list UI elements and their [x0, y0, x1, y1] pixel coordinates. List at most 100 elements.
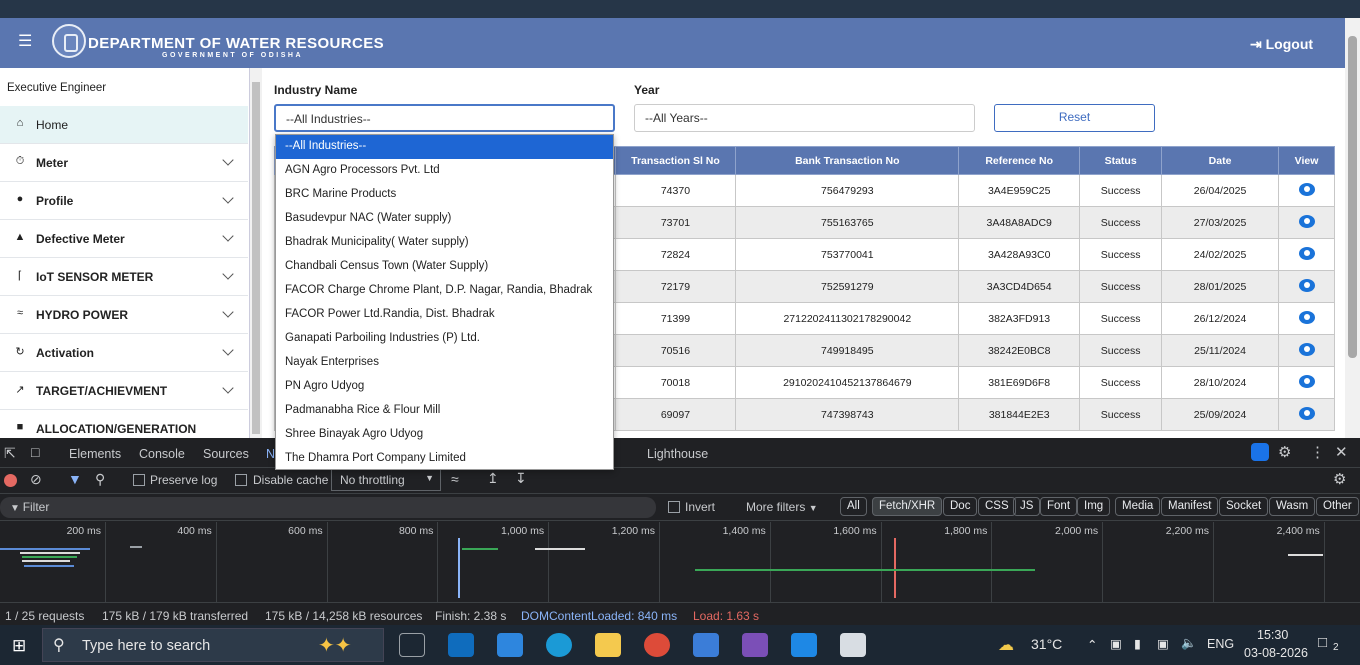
- dropdown-option[interactable]: Nayak Enterprises: [276, 351, 613, 375]
- scrollbar-thumb[interactable]: [1348, 36, 1357, 358]
- clock-date[interactable]: 03-08-2026: [1244, 646, 1308, 660]
- dropdown-option[interactable]: Basudevpur NAC (Water supply): [276, 207, 613, 231]
- sidebar-item-defective-meter[interactable]: ▲ Defective Meter: [0, 220, 248, 258]
- type-filter-chip[interactable]: Doc: [943, 497, 978, 516]
- dropdown-option[interactable]: Chandbali Census Town (Water Supply): [276, 255, 613, 279]
- dropdown-option[interactable]: FACOR Power Ltd.Randia, Dist. Bhadrak: [276, 303, 613, 327]
- dropdown-option[interactable]: FACOR Charge Chrome Plant, D.P. Nagar, R…: [276, 279, 613, 303]
- file-explorer-icon[interactable]: [595, 633, 621, 657]
- app-icon[interactable]: [693, 633, 719, 657]
- outlook-icon[interactable]: [448, 633, 474, 657]
- meeting-icon[interactable]: ▣: [1110, 636, 1122, 651]
- sidebar-item-target-achievment[interactable]: ↗ TARGET/ACHIEVMENT: [0, 372, 248, 410]
- tab-sources[interactable]: Sources: [203, 447, 249, 461]
- issues-icon[interactable]: [1251, 443, 1269, 461]
- dropdown-option[interactable]: BRC Marine Products: [276, 183, 613, 207]
- type-filter-chip[interactable]: CSS: [978, 497, 1016, 516]
- clear-icon[interactable]: ⊘: [30, 471, 42, 488]
- sidebar-item-iot-sensor-meter[interactable]: ⌈ IoT SENSOR METER: [0, 258, 248, 296]
- throttling-select[interactable]: No throttling ▼: [331, 469, 441, 491]
- tab-network[interactable]: N: [266, 447, 275, 461]
- type-filter-chip[interactable]: Socket: [1219, 497, 1269, 516]
- temperature[interactable]: 31°C: [1031, 636, 1062, 652]
- view-eye-icon[interactable]: [1298, 246, 1315, 260]
- view-eye-icon[interactable]: [1298, 278, 1315, 292]
- app-window-icon[interactable]: [840, 633, 866, 657]
- year-select[interactable]: --All Years--: [634, 104, 975, 132]
- view-eye-icon[interactable]: [1298, 310, 1315, 324]
- network-conditions-icon[interactable]: ≈: [451, 471, 459, 487]
- view-eye-icon[interactable]: [1298, 406, 1315, 420]
- sidebar-item-hydro-power[interactable]: ≈ HYDRO POWER: [0, 296, 248, 334]
- sidebar-item-allocation-generation[interactable]: ■ ALLOCATION/GENERATION: [0, 410, 248, 438]
- windows-start-icon[interactable]: ⊞: [12, 636, 26, 656]
- language-indicator[interactable]: ENG: [1207, 637, 1234, 651]
- tab-lighthouse[interactable]: Lighthouse: [647, 447, 708, 461]
- dropdown-option[interactable]: --All Industries--: [276, 135, 613, 159]
- sidebar-item-activation[interactable]: ↻ Activation: [0, 334, 248, 372]
- dropdown-option[interactable]: Ganapati Parboiling Industries (P) Ltd.: [276, 327, 613, 351]
- tab-elements[interactable]: Elements: [69, 447, 121, 461]
- dropdown-option[interactable]: The Dhamra Port Company Limited: [276, 447, 613, 471]
- view-eye-icon[interactable]: [1298, 182, 1315, 196]
- more-options-icon[interactable]: ⋮: [1310, 443, 1325, 461]
- page-scrollbar[interactable]: [1345, 18, 1360, 438]
- notification-icon[interactable]: □: [1318, 634, 1327, 651]
- task-view-icon[interactable]: [399, 633, 425, 657]
- vscode-icon[interactable]: [791, 633, 817, 657]
- type-filter-chip[interactable]: All: [840, 497, 867, 516]
- dropdown-option[interactable]: Shree Binayak Agro Udyog: [276, 423, 613, 447]
- dropdown-option[interactable]: Bhadrak Municipality( Water supply): [276, 231, 613, 255]
- logout-button[interactable]: ⇥ Logout: [1250, 36, 1313, 53]
- close-icon[interactable]: ✕: [1335, 443, 1348, 461]
- dropdown-option[interactable]: Padmanabha Rice & Flour Mill: [276, 399, 613, 423]
- type-filter-chip[interactable]: Wasm: [1269, 497, 1316, 516]
- disable-cache-checkbox[interactable]: [235, 474, 247, 486]
- microsoft-store-icon[interactable]: [497, 633, 523, 657]
- more-filters-button[interactable]: More filters ▼: [746, 500, 818, 514]
- preserve-log-checkbox[interactable]: [133, 474, 145, 486]
- taskbar-search-box[interactable]: ⚲ Type here to search ✦✦: [42, 628, 384, 662]
- chevron-up-icon[interactable]: ⌃: [1087, 637, 1097, 652]
- type-filter-chip[interactable]: Other: [1316, 497, 1359, 516]
- dropdown-option[interactable]: AGN Agro Processors Pvt. Ltd: [276, 159, 613, 183]
- filter-input[interactable]: ▼ Filter: [0, 497, 656, 518]
- battery-icon[interactable]: ▮: [1134, 636, 1141, 651]
- edge-icon[interactable]: [546, 633, 572, 657]
- record-icon[interactable]: [4, 474, 17, 487]
- type-filter-chip[interactable]: Img: [1077, 497, 1111, 516]
- hamburger-menu-icon[interactable]: ☰: [18, 34, 34, 50]
- tab-console[interactable]: Console: [139, 447, 185, 461]
- upload-icon[interactable]: ↥: [487, 470, 499, 487]
- industry-dropdown-list[interactable]: --All Industries-- AGN Agro Processors Pv…: [275, 134, 614, 470]
- type-filter-chip[interactable]: Font: [1040, 497, 1078, 516]
- type-filter-chip[interactable]: JS: [1013, 497, 1041, 516]
- clock-time[interactable]: 15:30: [1257, 628, 1288, 642]
- invert-checkbox[interactable]: [668, 501, 680, 513]
- type-filter-chip[interactable]: Media: [1115, 497, 1161, 516]
- sidebar-item-meter[interactable]: ⏱ Meter: [0, 144, 248, 182]
- inspect-element-icon[interactable]: ⇱: [4, 445, 16, 462]
- view-eye-icon[interactable]: [1298, 374, 1315, 388]
- sidebar-item-home[interactable]: ⌂ Home: [0, 106, 248, 144]
- filter-icon[interactable]: ▼: [68, 471, 82, 487]
- scrollbar-thumb[interactable]: [252, 82, 260, 434]
- type-filter-chip[interactable]: Fetch/XHR: [872, 497, 943, 516]
- sidebar-scrollbar[interactable]: [250, 68, 262, 438]
- sidebar-item-profile[interactable]: ● Profile: [0, 182, 248, 220]
- speaker-icon[interactable]: 🔈: [1181, 636, 1197, 651]
- network-icon[interactable]: ▣: [1157, 636, 1169, 651]
- type-filter-chip[interactable]: Manifest: [1161, 497, 1219, 516]
- industry-select[interactable]: --All Industries--: [274, 104, 615, 132]
- network-settings-icon[interactable]: ⚙: [1333, 470, 1346, 488]
- search-icon[interactable]: ⚲: [95, 471, 105, 488]
- visual-studio-icon[interactable]: [742, 633, 768, 657]
- settings-gear-icon[interactable]: ⚙: [1278, 443, 1291, 461]
- dropdown-option[interactable]: PN Agro Udyog: [276, 375, 613, 399]
- reset-button[interactable]: Reset: [994, 104, 1155, 132]
- download-icon[interactable]: ↧: [515, 470, 527, 487]
- chrome-icon[interactable]: [644, 633, 670, 657]
- device-toolbar-icon[interactable]: □: [31, 444, 39, 460]
- view-eye-icon[interactable]: [1298, 214, 1315, 228]
- view-eye-icon[interactable]: [1298, 342, 1315, 356]
